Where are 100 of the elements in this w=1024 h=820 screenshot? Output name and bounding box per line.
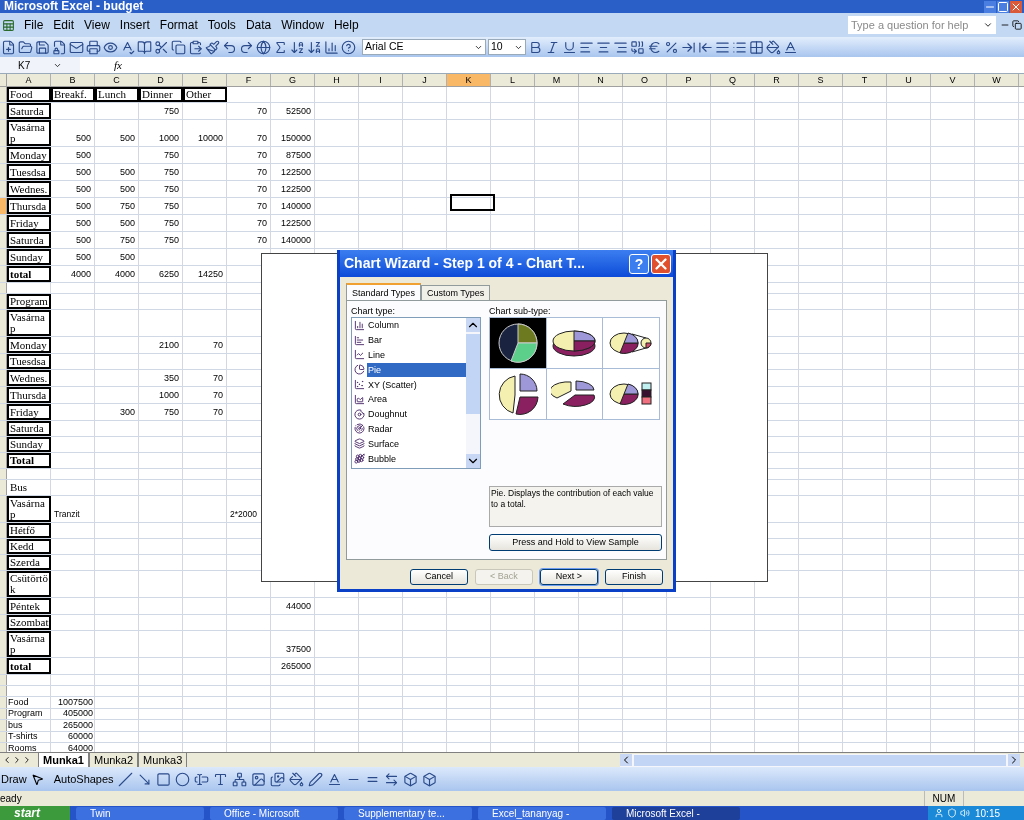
chart-type-item[interactable]: Bar — [367, 333, 466, 348]
grid-letter-heading[interactable]: Q — [711, 74, 755, 86]
chart-subtype-option[interactable] — [490, 318, 546, 368]
grid-letter-heading[interactable]: W — [975, 74, 1019, 86]
taskbar-button[interactable]: Excel_tananyag - — [478, 806, 606, 820]
cut-icon[interactable] — [154, 39, 169, 55]
restore-icon[interactable] — [997, 0, 1009, 13]
align-right-icon[interactable] — [613, 39, 628, 55]
sheet-tab[interactable]: Munka1 — [38, 753, 89, 767]
grid-letter-heading[interactable]: T — [843, 74, 887, 86]
mail-icon[interactable] — [69, 39, 84, 55]
last-sheet-icon[interactable] — [22, 755, 32, 765]
grid-letter-heading[interactable]: P — [667, 74, 711, 86]
minimize-icon[interactable] — [984, 0, 996, 13]
grid-letter-heading[interactable]: F — [227, 74, 271, 86]
menu-item[interactable]: Tools — [202, 16, 241, 34]
grid-letter-heading[interactable]: V — [931, 74, 975, 86]
chart-subtype-option[interactable] — [490, 369, 546, 419]
vertical-scrollbar[interactable] — [466, 318, 480, 468]
chart-type-item[interactable]: XY (Scatter) — [367, 377, 466, 392]
globe-icon[interactable] — [256, 39, 271, 55]
sort-descending-icon[interactable] — [307, 39, 322, 55]
next-sheet-icon[interactable] — [12, 755, 22, 765]
draw-menu[interactable]: Draw — [1, 770, 27, 788]
merge-icon[interactable] — [630, 39, 645, 55]
fill-color-icon[interactable] — [288, 771, 304, 787]
font-color-icon[interactable] — [783, 39, 798, 55]
printer-icon[interactable] — [86, 39, 101, 55]
scroll-down-icon[interactable] — [466, 454, 480, 468]
first-sheet-icon[interactable] — [2, 755, 12, 765]
grid-letter-heading[interactable]: G — [271, 74, 315, 86]
menu-item[interactable]: File — [19, 16, 49, 34]
chart-type-item[interactable]: Radar — [367, 421, 466, 436]
menu-item[interactable]: Format — [154, 16, 203, 34]
sheet-tab[interactable]: Munka2 — [88, 753, 139, 767]
grid-letter-heading[interactable]: I — [359, 74, 403, 86]
menu-item[interactable]: Data — [240, 16, 277, 34]
align-left-icon[interactable] — [579, 39, 594, 55]
taskbar-button[interactable]: Microsoft Excel - — [612, 806, 740, 820]
help-icon[interactable] — [341, 39, 356, 55]
preview-icon[interactable] — [103, 39, 118, 55]
oval-icon[interactable] — [174, 771, 190, 787]
shadow-icon[interactable] — [402, 771, 418, 787]
new-file-icon[interactable] — [1, 39, 16, 55]
grid-letter-heading[interactable]: R — [755, 74, 799, 86]
chart-icon[interactable] — [324, 39, 339, 55]
text-box-icon[interactable] — [193, 771, 209, 787]
restore-icon[interactable] — [1012, 20, 1022, 30]
brush-icon[interactable] — [205, 39, 220, 55]
menu-item[interactable]: View — [79, 16, 115, 34]
menu-item[interactable]: Help — [328, 16, 364, 34]
arrow-style-icon[interactable] — [383, 771, 399, 787]
menu-item[interactable]: Insert — [114, 16, 155, 34]
view-sample-button[interactable]: Press and Hold to View Sample — [489, 534, 662, 551]
dialog-tab[interactable]: Standard Types — [346, 283, 421, 300]
help-question-field[interactable]: Type a question for help — [848, 16, 996, 34]
chart-subtype-option[interactable] — [603, 318, 659, 368]
chart-type-item[interactable]: Area — [367, 392, 466, 407]
grid-letter-heading[interactable]: L — [491, 74, 535, 86]
locked-file-icon[interactable] — [52, 39, 67, 55]
grid-letter-heading[interactable]: E — [183, 74, 227, 86]
pen-icon[interactable] — [307, 771, 323, 787]
bold-icon[interactable] — [528, 39, 543, 55]
chart-type-item[interactable]: Column — [367, 318, 466, 333]
redo-icon[interactable] — [239, 39, 254, 55]
line-icon[interactable] — [117, 771, 133, 787]
fill-color-icon[interactable] — [766, 39, 781, 55]
taskbar-button[interactable]: Office - Microsoft — [210, 806, 338, 820]
wordart-icon[interactable] — [212, 771, 228, 787]
currency-icon[interactable] — [647, 39, 662, 55]
grid-letter-heading[interactable]: U — [887, 74, 931, 86]
lines-icon[interactable] — [715, 39, 730, 55]
scroll-up-icon[interactable] — [466, 318, 480, 332]
undo-icon[interactable] — [222, 39, 237, 55]
chart-type-item[interactable]: Bubble — [367, 451, 466, 466]
menu-item[interactable]: Edit — [48, 16, 80, 34]
picture-icon[interactable] — [269, 771, 285, 787]
folder-icon[interactable] — [18, 39, 33, 55]
taskbar-button[interactable]: Twin — [76, 806, 204, 820]
spelling-icon[interactable] — [120, 39, 135, 55]
grid-letter-heading[interactable]: N — [579, 74, 623, 86]
align-center-icon[interactable] — [596, 39, 611, 55]
dialog-button[interactable]: Finish — [605, 569, 663, 585]
scroll-right-icon[interactable] — [1008, 754, 1020, 766]
pointer-icon[interactable] — [30, 772, 44, 786]
clipart-icon[interactable] — [250, 771, 266, 787]
chart-subtype-option[interactable] — [546, 369, 603, 419]
save-icon[interactable] — [35, 39, 50, 55]
paste-icon[interactable] — [188, 39, 203, 55]
list-icon[interactable] — [732, 39, 747, 55]
dialog-button[interactable]: Cancel — [410, 569, 468, 585]
function-label[interactable]: fx — [114, 56, 122, 74]
chart-subtype-option[interactable] — [546, 318, 603, 368]
book-icon[interactable] — [137, 39, 152, 55]
font-name-field[interactable]: Arial CE — [362, 39, 486, 55]
font-size-field[interactable]: 10 — [488, 39, 526, 55]
underline-icon[interactable] — [562, 39, 577, 55]
sheet-tab[interactable]: Munka3 — [138, 753, 188, 767]
percent-icon[interactable] — [664, 39, 679, 55]
grid-letter-heading[interactable]: A — [7, 74, 51, 86]
